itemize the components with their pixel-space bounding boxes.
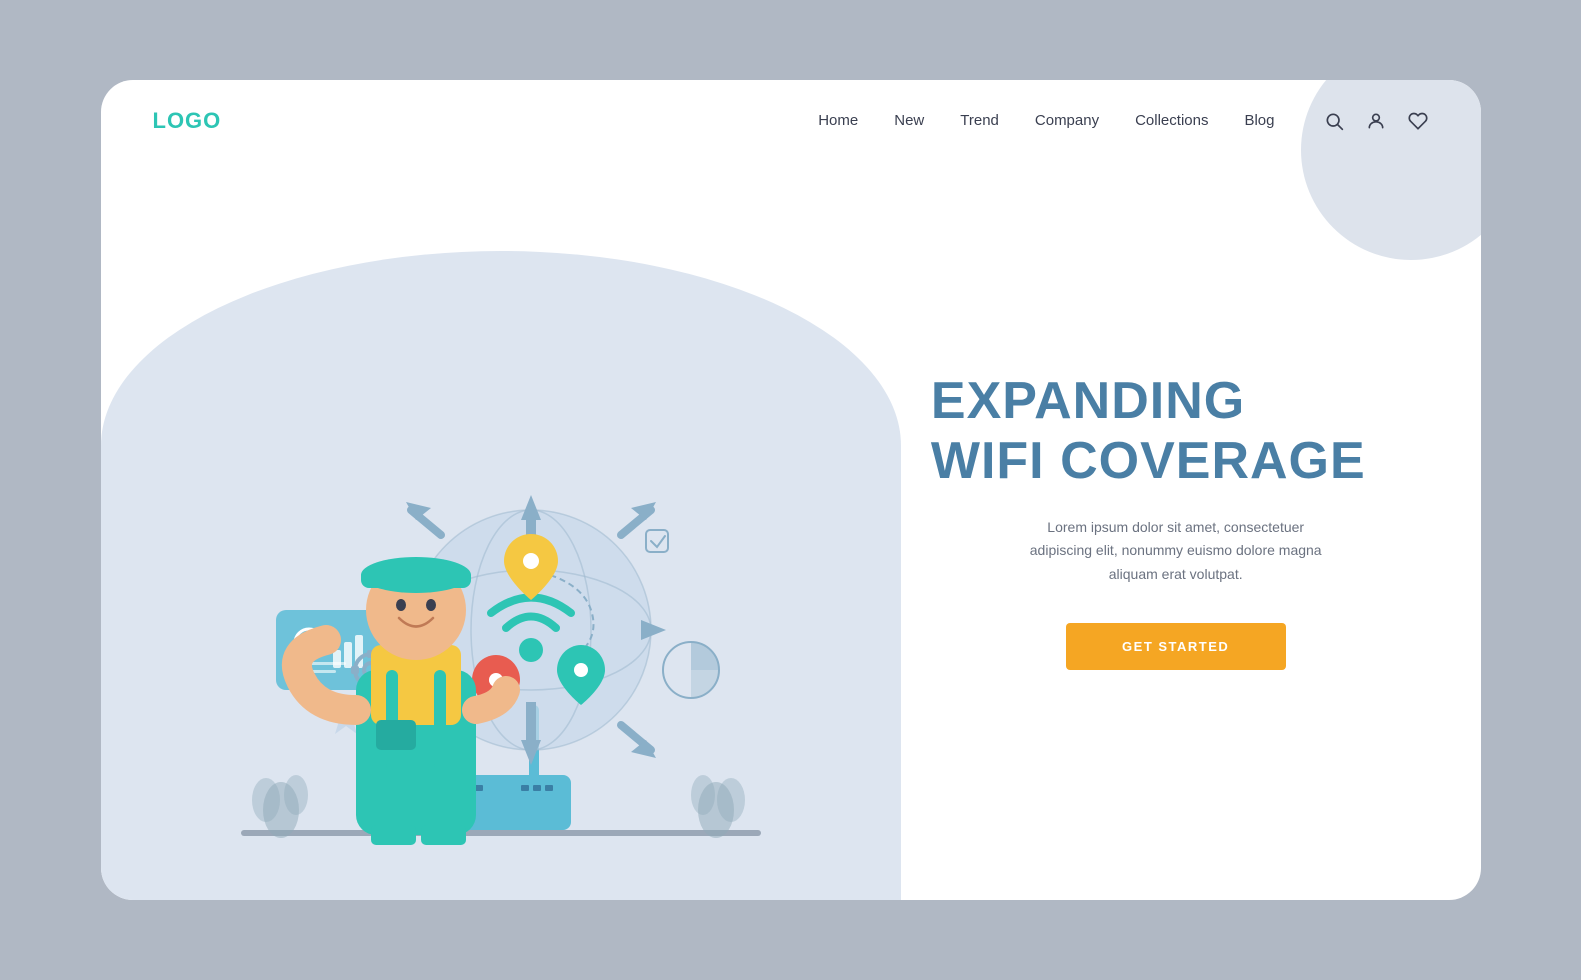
heart-icon[interactable] <box>1407 110 1429 132</box>
nav-links: Home New Trend Company Collections Blog <box>818 112 1274 130</box>
navbar: LOGO Home New Trend Company Collections … <box>101 80 1481 162</box>
plant-left <box>252 775 308 838</box>
nav-blog[interactable]: Blog <box>1244 112 1274 129</box>
illustration-area <box>101 162 901 900</box>
illustration-svg-container <box>101 162 901 900</box>
illustration-svg <box>161 320 841 900</box>
hero-title: EXPANDING WIFI COVERAGE <box>931 372 1421 492</box>
nav-icons <box>1323 110 1429 132</box>
nav-new[interactable]: New <box>894 112 924 129</box>
main-card: LOGO Home New Trend Company Collections … <box>101 80 1481 900</box>
user-icon[interactable] <box>1365 110 1387 132</box>
nav-company[interactable]: Company <box>1035 112 1099 129</box>
main-content: EXPANDING WIFI COVERAGE Lorem ipsum dolo… <box>101 162 1481 900</box>
search-icon[interactable] <box>1323 110 1345 132</box>
hero-description: Lorem ipsum dolor sit amet, consectetuer… <box>1016 516 1336 587</box>
nav-collections[interactable]: Collections <box>1135 112 1208 129</box>
cta-button[interactable]: GET STARTED <box>1066 623 1286 670</box>
right-content: EXPANDING WIFI COVERAGE Lorem ipsum dolo… <box>901 162 1481 900</box>
nav-trend[interactable]: Trend <box>960 112 999 129</box>
plant-right <box>691 775 745 838</box>
logo[interactable]: LOGO <box>153 108 222 134</box>
nav-home[interactable]: Home <box>818 112 858 129</box>
